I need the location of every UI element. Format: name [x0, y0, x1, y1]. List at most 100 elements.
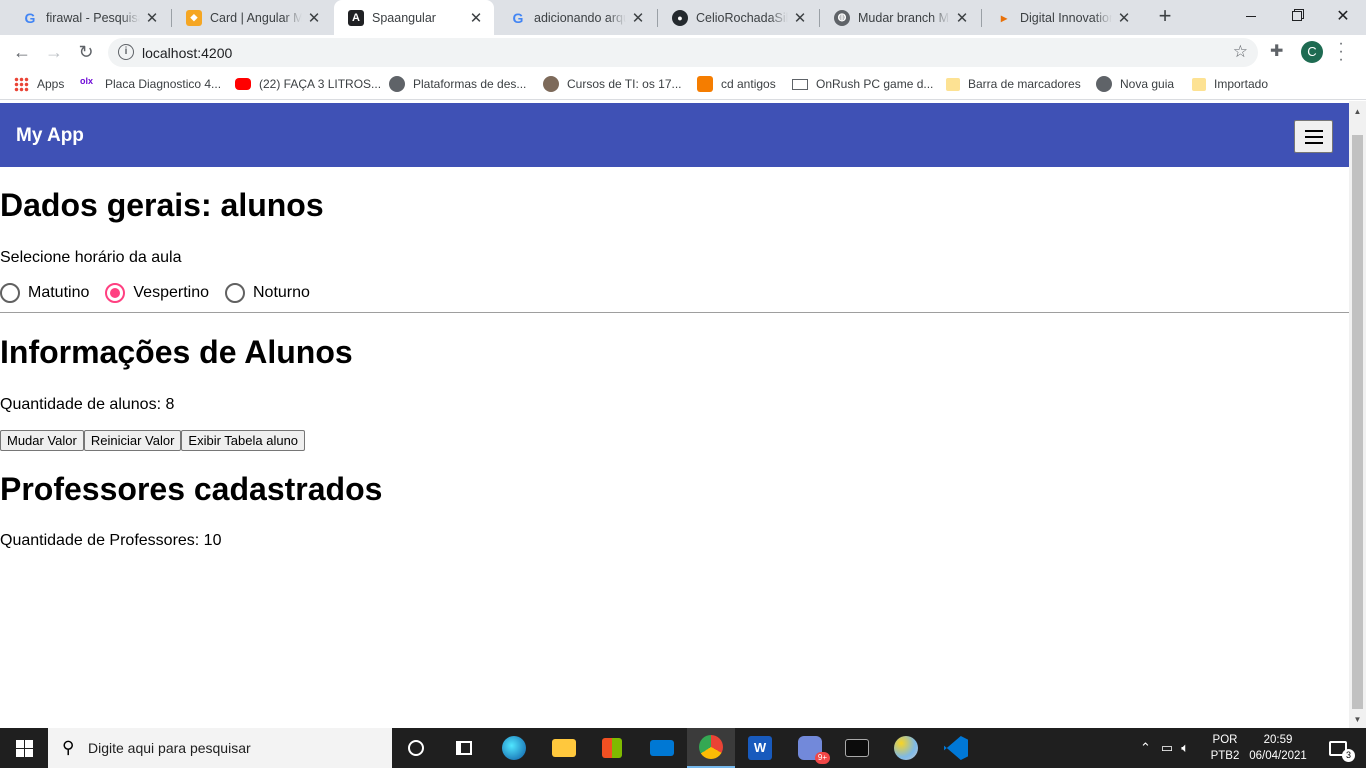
mail-taskbar-button[interactable]	[638, 728, 686, 768]
task-view-button[interactable]	[440, 728, 488, 768]
close-icon[interactable]: ✕	[144, 9, 160, 27]
browser-tab-active[interactable]: A Spaangular ✕	[334, 0, 494, 35]
app-brand[interactable]: My App	[16, 125, 84, 147]
url-text[interactable]: localhost:4200	[142, 45, 232, 61]
bookmark-item[interactable]: (22) FAÇA 3 LITROS...	[235, 75, 381, 93]
restore-button[interactable]	[1274, 0, 1320, 32]
discord-icon: 9+	[798, 736, 830, 764]
language-code: POR	[1212, 734, 1238, 746]
scroll-up-icon[interactable]: ▲	[1349, 103, 1366, 120]
browser-toolbar: ← → ↻ i localhost:4200 ☆	[0, 35, 1366, 69]
bookmark-item[interactable]: OnRush PC game d...	[792, 75, 933, 93]
info-icon[interactable]: i	[118, 44, 134, 60]
chevron-up-icon[interactable]: ⌃	[1140, 740, 1151, 756]
bookmark-item[interactable]: Plataformas de des...	[389, 75, 526, 93]
show-student-table-button[interactable]: Exibir Tabela aluno	[181, 430, 306, 451]
word-taskbar-button[interactable]: W	[736, 728, 784, 768]
browser-tab[interactable]: ▸ Digital Innovation One ✕	[982, 0, 1142, 35]
tab-title: CelioRochadaSilva	[696, 10, 788, 25]
scrollbar-thumb[interactable]	[1352, 135, 1363, 709]
file-explorer-taskbar-button[interactable]	[540, 728, 588, 768]
volume-icon[interactable]: 🔈︎	[1181, 740, 1189, 756]
taskbar-search[interactable]: ⚲ Digite aqui para pesquisar	[48, 728, 392, 768]
arrow-right-icon: →	[45, 41, 63, 62]
radio-label: Noturno	[252, 284, 310, 301]
reset-value-button[interactable]: Reiniciar Valor	[83, 430, 182, 451]
blogger-icon	[697, 76, 713, 92]
input-language[interactable]: POR PTB2	[1210, 732, 1240, 764]
bookmark-star-icon[interactable]: ☆	[1233, 42, 1248, 62]
bookmark-folder[interactable]: Importado	[1192, 75, 1268, 93]
cortana-button[interactable]	[392, 728, 440, 768]
browser-tab[interactable]: ◍ Mudar branch Mac ✕	[820, 0, 980, 35]
change-value-button[interactable]: Mudar Valor	[0, 430, 84, 451]
radio-circle[interactable]	[0, 283, 20, 303]
edge-taskbar-button[interactable]	[490, 728, 538, 768]
scroll-down-icon[interactable]: ▼	[1349, 711, 1366, 728]
page-scrollbar[interactable]: ▲ ▼	[1349, 101, 1366, 728]
action-buttons: Mudar Valor Reiniciar Valor Exibir Tabel…	[0, 430, 306, 451]
network-icon[interactable]: ▭	[1161, 740, 1173, 756]
bookmark-folder[interactable]: Barra de marcadores	[946, 75, 1081, 93]
bookmark-label: (22) FAÇA 3 LITROS...	[259, 77, 382, 91]
bookmark-item[interactable]: olx Placa Diagnostico 4...	[80, 75, 221, 93]
terminal-icon	[845, 739, 869, 757]
bookmark-label: Nova guia	[1120, 77, 1175, 91]
radio-matutino[interactable]: Matutino	[0, 283, 89, 303]
divider	[0, 312, 1349, 313]
terminal-taskbar-button[interactable]	[833, 728, 881, 768]
github-icon: ●	[672, 9, 688, 26]
radio-vespertino[interactable]: Vespertino	[105, 283, 209, 303]
close-icon[interactable]: ✕	[792, 9, 808, 27]
close-window-button[interactable]: ✕	[1320, 0, 1366, 32]
close-icon[interactable]: ✕	[630, 9, 646, 27]
store-taskbar-button[interactable]	[588, 728, 636, 768]
google-icon: G	[24, 9, 36, 26]
bookmark-item[interactable]: cd antigos	[697, 75, 776, 93]
laptop-icon	[792, 78, 808, 90]
close-icon[interactable]: ✕	[468, 9, 484, 27]
close-icon[interactable]: ✕	[1116, 9, 1132, 27]
menu-toggle-button[interactable]	[1294, 120, 1333, 153]
clock[interactable]: 20:59 06/04/2021	[1246, 732, 1310, 764]
browser-tab[interactable]: ◆ Card | Angular Material ✕	[172, 0, 332, 35]
restore-icon	[1292, 11, 1302, 21]
radio-noturno[interactable]: Noturno	[224, 283, 310, 303]
action-center-button[interactable]: 3	[1318, 728, 1358, 768]
olx-icon: olx	[80, 76, 94, 86]
bookmark-item[interactable]: Cursos de TI: os 17...	[543, 75, 682, 93]
vscode-taskbar-button[interactable]	[932, 728, 980, 768]
word-icon: W	[748, 736, 772, 760]
discord-taskbar-button[interactable]: 9+	[786, 728, 834, 768]
back-button[interactable]: ←	[10, 40, 34, 64]
clock-time: 20:59	[1263, 734, 1293, 746]
paint-icon	[894, 736, 918, 760]
bookmark-item[interactable]: Apps	[14, 75, 64, 93]
page-viewport: My App Dados gerais: alunos Selecione ho…	[0, 101, 1349, 728]
system-tray: ⌃ ▭ 🔈︎	[1140, 728, 1189, 768]
globe-icon: ◍	[834, 9, 850, 26]
start-button[interactable]	[0, 728, 48, 768]
profile-avatar[interactable]: C	[1301, 41, 1323, 63]
new-tab-button[interactable]: +	[1154, 5, 1176, 28]
radio-circle-checked[interactable]	[105, 283, 126, 303]
browser-tab[interactable]: G firawal - Pesquisa Google ✕	[8, 0, 170, 35]
browser-tab[interactable]: ● CelioRochadaSilva ✕	[658, 0, 818, 35]
close-icon[interactable]: ✕	[954, 9, 970, 27]
browser-tab[interactable]: G adicionando arquivo ✕	[496, 0, 656, 35]
paint-taskbar-button[interactable]	[882, 728, 930, 768]
address-bar[interactable]: i localhost:4200 ☆	[108, 38, 1258, 67]
bookmark-item[interactable]: Nova guia	[1096, 75, 1174, 93]
notification-count: 3	[1342, 748, 1355, 762]
bookmark-label: Apps	[37, 77, 65, 91]
extensions-puzzle-icon[interactable]: ✚	[1270, 41, 1283, 61]
taskbar-search-placeholder: Digite aqui para pesquisar	[88, 740, 251, 756]
close-icon[interactable]: ✕	[306, 9, 322, 27]
radio-circle[interactable]	[224, 283, 245, 303]
clock-date: 06/04/2021	[1249, 750, 1307, 762]
minimize-button[interactable]	[1228, 0, 1274, 32]
chrome-taskbar-button[interactable]	[687, 728, 735, 768]
forward-button[interactable]: →	[42, 40, 66, 64]
browser-menu-icon[interactable]: · · ·	[1336, 36, 1346, 68]
reload-button[interactable]: ↻	[74, 40, 98, 64]
